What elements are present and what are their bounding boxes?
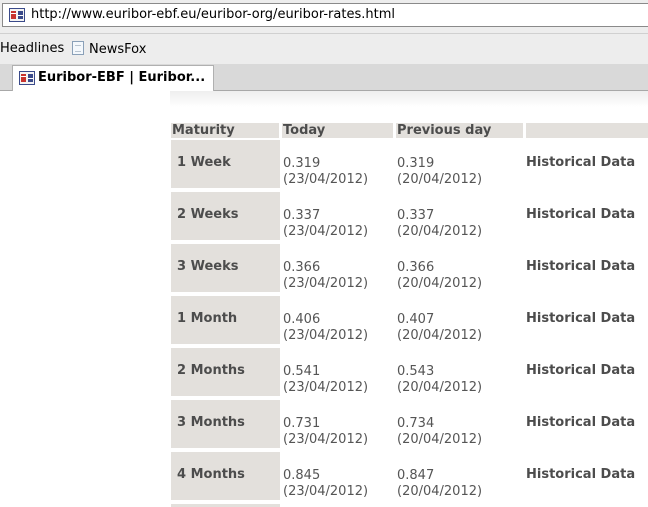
tab-strip: Euribor-EBF | Euribor... <box>0 64 648 91</box>
previous-date: (20/04/2012) <box>397 432 483 447</box>
historical-data-link[interactable]: Historical Data <box>526 207 635 222</box>
header-maturity: Maturity <box>171 123 279 138</box>
content-top-fade <box>170 91 648 107</box>
euribor-favicon-icon <box>19 71 35 85</box>
today-cell: 0.541 (23/04/2012) <box>283 364 368 396</box>
previous-date: (20/04/2012) <box>397 224 483 239</box>
previous-value: 0.319 <box>397 156 435 171</box>
today-value: 0.845 <box>283 468 321 483</box>
today-cell: 0.337 (23/04/2012) <box>283 208 368 240</box>
previous-value: 0.734 <box>397 416 435 431</box>
table-row: 1 Month 0.406 (23/04/2012) 0.407 (20/04/20… <box>0 296 648 348</box>
euribor-favicon-icon <box>9 8 25 22</box>
document-icon <box>72 41 84 55</box>
today-value: 0.541 <box>283 364 321 379</box>
maturity-cell: 3 Weeks <box>171 244 280 292</box>
tab-euribor[interactable]: Euribor-EBF | Euribor... <box>12 65 214 91</box>
previous-cell: 0.543 (20/04/2012) <box>397 364 482 396</box>
header-previous-day: Previous day <box>396 123 523 138</box>
previous-date: (20/04/2012) <box>397 328 483 343</box>
today-date: (23/04/2012) <box>283 432 369 447</box>
previous-value: 0.407 <box>397 312 435 327</box>
historical-data-link[interactable]: Historical Data <box>526 311 635 326</box>
previous-date: (20/04/2012) <box>397 276 483 291</box>
table-row: 4 Months 0.845 (23/04/2012) 0.847 (20/04/2… <box>0 452 648 504</box>
header-blank <box>526 123 648 138</box>
today-value: 0.731 <box>283 416 321 431</box>
today-value: 0.406 <box>283 312 321 327</box>
historical-data-link[interactable]: Historical Data <box>526 467 635 482</box>
previous-cell: 0.734 (20/04/2012) <box>397 416 482 448</box>
previous-cell: 0.319 (20/04/2012) <box>397 156 482 188</box>
historical-data-link[interactable]: Historical Data <box>526 155 635 170</box>
maturity-cell: 2 Months <box>171 348 280 396</box>
today-value: 0.337 <box>283 208 321 223</box>
today-cell: 0.366 (23/04/2012) <box>283 260 368 292</box>
today-date: (23/04/2012) <box>283 380 369 395</box>
table-row: 2 Months 0.541 (23/04/2012) 0.543 (20/04/2… <box>0 348 648 400</box>
today-value: 0.319 <box>283 156 321 171</box>
bookmark-newsfox[interactable]: NewsFox <box>72 41 146 57</box>
table-row: 3 Months 0.731 (23/04/2012) 0.734 (20/04/2… <box>0 400 648 452</box>
previous-cell: 0.366 (20/04/2012) <box>397 260 482 292</box>
today-date: (23/04/2012) <box>283 172 369 187</box>
maturity-cell: 1 Month <box>171 296 280 344</box>
today-date: (23/04/2012) <box>283 276 369 291</box>
today-cell: 0.406 (23/04/2012) <box>283 312 368 344</box>
previous-value: 0.337 <box>397 208 435 223</box>
url-bar[interactable]: http://www.euribor-ebf.eu/euribor-org/eu… <box>2 3 648 27</box>
previous-cell: 0.337 (20/04/2012) <box>397 208 482 240</box>
header-today: Today <box>282 123 393 138</box>
previous-value: 0.847 <box>397 468 435 483</box>
today-date: (23/04/2012) <box>283 484 369 499</box>
tab-title: Euribor-EBF | Euribor... <box>38 70 206 85</box>
today-date: (23/04/2012) <box>283 328 369 343</box>
previous-date: (20/04/2012) <box>397 380 483 395</box>
today-cell: 0.731 (23/04/2012) <box>283 416 368 448</box>
bookmark-headlines[interactable]: Headlines <box>0 41 64 56</box>
table-row: 3 Weeks 0.366 (23/04/2012) 0.366 (20/04/20… <box>0 244 648 296</box>
today-date: (23/04/2012) <box>283 224 369 239</box>
historical-data-link[interactable]: Historical Data <box>526 259 635 274</box>
maturity-cell: 4 Months <box>171 452 280 500</box>
today-cell: 0.845 (23/04/2012) <box>283 468 368 500</box>
today-cell: 0.319 (23/04/2012) <box>283 156 368 188</box>
table-row: 2 Weeks 0.337 (23/04/2012) 0.337 (20/04/20… <box>0 192 648 244</box>
previous-value: 0.366 <box>397 260 435 275</box>
table-row: 1 Week 0.319 (23/04/2012) 0.319 (20/04/201… <box>0 140 648 192</box>
previous-date: (20/04/2012) <box>397 484 483 499</box>
maturity-cell: 2 Weeks <box>171 192 280 240</box>
previous-cell: 0.407 (20/04/2012) <box>397 312 482 344</box>
page-content: Maturity Today Previous day 1 Week 0.319… <box>0 91 648 507</box>
maturity-cell: 3 Months <box>171 400 280 448</box>
previous-date: (20/04/2012) <box>397 172 483 187</box>
historical-data-link[interactable]: Historical Data <box>526 363 635 378</box>
maturity-cell: 1 Week <box>171 140 280 188</box>
url-text[interactable]: http://www.euribor-ebf.eu/euribor-org/eu… <box>31 7 395 22</box>
historical-data-link[interactable]: Historical Data <box>526 415 635 430</box>
bookmarks-toolbar: Headlines NewsFox <box>0 33 648 64</box>
today-value: 0.366 <box>283 260 321 275</box>
previous-cell: 0.847 (20/04/2012) <box>397 468 482 500</box>
navigation-toolbar: http://www.euribor-ebf.eu/euribor-org/eu… <box>0 0 648 33</box>
bookmark-newsfox-label: NewsFox <box>89 42 147 57</box>
previous-value: 0.543 <box>397 364 435 379</box>
